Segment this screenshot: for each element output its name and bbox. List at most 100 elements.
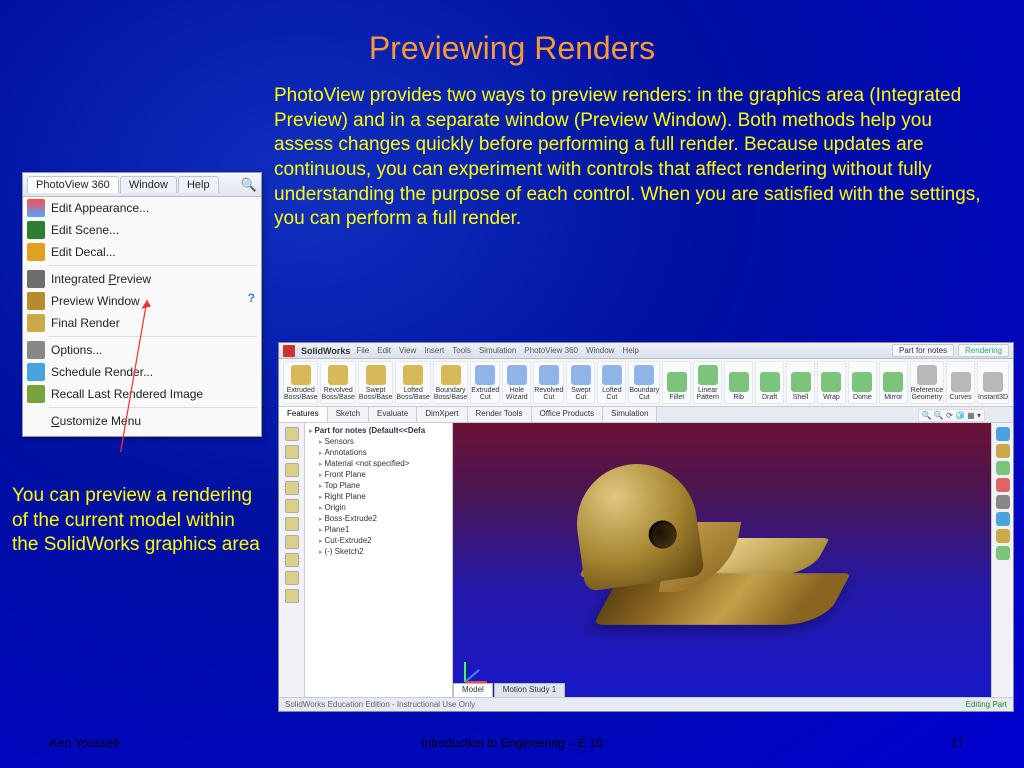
sw-menu-file[interactable]: File [356,346,369,355]
sw-menu-help[interactable]: Help [622,346,638,355]
ribbon-dome[interactable]: Dome [848,361,877,404]
right-tool-7[interactable] [996,546,1010,560]
sw-menu-tools[interactable]: Tools [452,346,471,355]
sw-search-pill[interactable]: Part for notes [892,344,954,357]
ribbon-icon [602,365,622,385]
menu-item-prev-window[interactable]: Preview Window [23,290,261,312]
ribbon-icon [760,372,780,392]
sw-menu-photoview360[interactable]: PhotoView 360 [524,346,578,355]
ribbon-lofted-boss-base[interactable]: Lofted Boss/Base [395,361,430,404]
ribbon-fillet[interactable]: Fillet [662,361,691,404]
menu-item-schedule[interactable]: Schedule Render... [23,361,261,383]
right-tool-2[interactable] [996,461,1010,475]
ribbon-rib[interactable]: Rib [724,361,753,404]
menu-item-label: Integrated Preview [51,272,151,286]
ribbon-mirror[interactable]: Mirror [879,361,908,404]
tab-window[interactable]: Window [120,176,177,193]
ribbon-revolved-cut[interactable]: Revolved Cut [533,361,564,404]
sw-feature-tree[interactable]: Part for notes (Default<<Defa SensorsAnn… [305,423,453,697]
sw-menu-simulation[interactable]: Simulation [479,346,516,355]
right-tool-6[interactable] [996,529,1010,543]
ribbon-swept-boss-base[interactable]: Swept Boss/Base [358,361,393,404]
menu-item-final-render[interactable]: Final Render [23,312,261,334]
sw-tab-sketch[interactable]: Sketch [328,407,369,422]
menu-item-scene[interactable]: Edit Scene... [23,219,261,241]
sw-view-toolbar[interactable]: 🔍 🔍 ⟳ 🧊 ▦ ▾ [918,409,985,422]
sw-tab-office-products[interactable]: Office Products [532,407,604,422]
menu-item-customize[interactable]: Customize Menu [23,410,261,432]
sidebar-tool-3[interactable] [285,481,299,495]
tree-root[interactable]: Part for notes (Default<<Defa [309,425,448,436]
ribbon-icon [507,365,527,385]
tree-item[interactable]: Material <not specified> [309,458,448,469]
ribbon-extruded-cut[interactable]: Extruded Cut [470,361,500,404]
ribbon-wrap[interactable]: Wrap [817,361,846,404]
ribbon-lofted-cut[interactable]: Lofted Cut [597,361,626,404]
tab-photoview360[interactable]: PhotoView 360 [27,176,119,193]
ribbon-icon [291,365,311,385]
sw-menu-edit[interactable]: Edit [377,346,391,355]
bottom-tab-model[interactable]: Model [453,683,493,697]
ribbon-revolved-boss-base[interactable]: Revolved Boss/Base [320,361,355,404]
menu-item-appearance[interactable]: Edit Appearance... [23,197,261,219]
sidebar-tool-7[interactable] [285,553,299,567]
sidebar-tool-0[interactable] [285,427,299,441]
bottom-tab-motion-study-1[interactable]: Motion Study 1 [494,683,565,697]
menu-item-recall[interactable]: Recall Last Rendered Image [23,383,261,405]
ribbon-linear-pattern[interactable]: Linear Pattern [693,361,722,404]
ribbon-reference-geometry[interactable]: Reference Geometry [910,361,944,404]
right-tool-4[interactable] [996,495,1010,509]
sw-menu-view[interactable]: View [399,346,416,355]
right-tool-5[interactable] [996,512,1010,526]
right-tool-0[interactable] [996,427,1010,441]
tree-item[interactable]: (-) Sketch2 [309,546,448,557]
tab-help[interactable]: Help [178,176,219,193]
ribbon-swept-cut[interactable]: Swept Cut [566,361,595,404]
sw-menu-insert[interactable]: Insert [424,346,444,355]
sw-tab-render-tools[interactable]: Render Tools [468,407,532,422]
ribbon-curves[interactable]: Curves [946,361,975,404]
sidebar-tool-1[interactable] [285,445,299,459]
right-tool-3[interactable] [996,478,1010,492]
tree-item[interactable]: Annotations [309,447,448,458]
tree-item[interactable]: Top Plane [309,480,448,491]
ribbon-instant-d[interactable]: Instant3D [977,361,1009,404]
tree-item[interactable]: Origin [309,502,448,513]
sidebar-tool-8[interactable] [285,571,299,585]
sw-tab-features[interactable]: Features [279,407,328,422]
tree-item[interactable]: Front Plane [309,469,448,480]
ribbon-boundary-boss-base[interactable]: Boundary Boss/Base [433,361,468,404]
ribbon-extruded-boss-base[interactable]: Extruded Boss/Base [283,361,318,404]
sidebar-tool-9[interactable] [285,589,299,603]
sw-ribbon: Extruded Boss/BaseRevolved Boss/BaseSwep… [279,359,1013,407]
menu-item-label: Final Render [51,316,120,330]
ribbon-hole-wizard[interactable]: Hole Wizard [502,361,531,404]
tree-item[interactable]: Sensors [309,436,448,447]
sw-menu-window[interactable]: Window [586,346,614,355]
sw-tab-dimxpert[interactable]: DimXpert [417,407,467,422]
ribbon-icon [634,365,654,385]
ribbon-boundary-cut[interactable]: Boundary Cut [628,361,660,404]
tree-item[interactable]: Plane1 [309,524,448,535]
sidebar-tool-4[interactable] [285,499,299,513]
tree-item[interactable]: Cut-Extrude2 [309,535,448,546]
tree-item[interactable]: Right Plane [309,491,448,502]
sw-rendering-pill: Rendering [958,344,1009,357]
sidebar-tool-6[interactable] [285,535,299,549]
tree-item[interactable]: Boss-Extrude2 [309,513,448,524]
sidebar-tool-2[interactable] [285,463,299,477]
help-badge-icon[interactable]: ? [248,291,255,305]
menu-item-decal[interactable]: Edit Decal... [23,241,261,263]
sidebar-tool-5[interactable] [285,517,299,531]
ribbon-icon [883,372,903,392]
menu-item-options[interactable]: Options... [23,339,261,361]
photoview-menu: PhotoView 360 Window Help 🔍 ? Edit Appea… [22,172,262,437]
menu-item-int-preview[interactable]: Integrated Preview [23,268,261,290]
ribbon-draft[interactable]: Draft [755,361,784,404]
search-icon[interactable]: 🔍 [241,177,257,193]
sw-tab-evaluate[interactable]: Evaluate [369,407,417,422]
sw-graphics-area[interactable] [453,423,991,697]
right-tool-1[interactable] [996,444,1010,458]
ribbon-shell[interactable]: Shell [786,361,815,404]
sw-tab-simulation[interactable]: Simulation [603,407,657,422]
